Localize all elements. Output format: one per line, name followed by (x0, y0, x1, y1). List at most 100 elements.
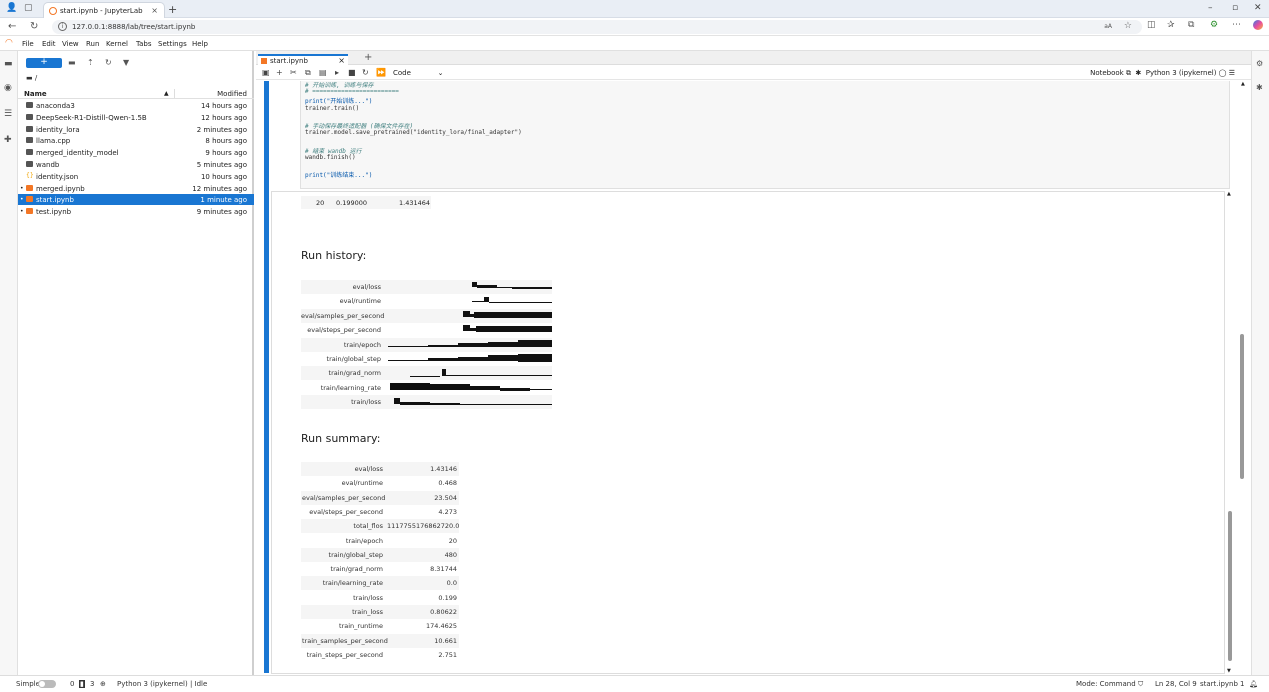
add-tab-icon[interactable]: + (364, 52, 372, 63)
debugger-icon[interactable]: ✱ (1256, 83, 1263, 92)
restore-icon[interactable]: ▫ (1232, 3, 1238, 13)
menu-run[interactable]: Run (86, 40, 99, 48)
output-scrollbar[interactable]: ▲ ▼ (1226, 191, 1234, 674)
split-icon[interactable]: ◫ (1147, 20, 1156, 30)
menu-kernel[interactable]: Kernel (106, 40, 128, 48)
editor-scrollbar[interactable]: ▲ (1240, 81, 1248, 187)
running-icon[interactable]: ◉ (4, 83, 12, 93)
upload-icon[interactable]: ⇡ (87, 58, 94, 67)
summary-value: 174.4625 (425, 622, 457, 631)
sparkline-bar (460, 404, 552, 405)
sparkline-bar (410, 376, 440, 377)
kernel-count-icon: ▮ (79, 680, 85, 688)
restart-icon[interactable]: ↻ (362, 68, 369, 77)
code-cell-editor[interactable]: # 开始训练, 训练与保存 # ======================== p… (300, 81, 1230, 189)
notebook-icon (26, 196, 33, 203)
close-tab-icon[interactable]: × (338, 56, 345, 65)
summary-key: total_flos (353, 522, 383, 531)
history-label: eval/runtime (339, 297, 381, 306)
notification-count[interactable]: 1 (1240, 680, 1244, 688)
extension-icon[interactable]: ✚ (4, 135, 12, 145)
file-name: identity.json (36, 172, 79, 181)
document-tab-bar (256, 51, 1251, 65)
collections-icon[interactable]: ⧉ (1188, 20, 1194, 30)
run-icon[interactable]: ▸ (335, 68, 339, 77)
file-modified: 9 hours ago (205, 149, 247, 158)
bell-icon[interactable]: 🔔︎ (1249, 680, 1258, 688)
toc-icon[interactable]: ☰ (4, 109, 12, 119)
paste-icon[interactable]: ▤ (319, 68, 327, 77)
sort-caret-icon[interactable]: ▲ (164, 90, 169, 97)
menu-settings[interactable]: Settings (158, 40, 187, 48)
kernel-indicator[interactable]: Notebook ⧉ ✱ Python 3 (ipykernel) ◯ ☰ (1090, 69, 1235, 78)
browser-tab[interactable]: start.ipynb - JupyterLab × (43, 2, 165, 18)
file-row[interactable]: anaconda3 14 hours ago (18, 100, 254, 111)
file-row[interactable]: identity_lora 2 minutes ago (18, 124, 254, 135)
favorites-icon[interactable]: ✰ (1167, 20, 1175, 30)
file-row[interactable]: merged_identity_model 9 hours ago (18, 147, 254, 158)
property-inspector-icon[interactable]: ⚙ (1256, 59, 1263, 68)
column-modified[interactable]: Modified (217, 90, 247, 98)
cursor-position[interactable]: Ln 28, Col 9 (1155, 680, 1197, 688)
menu-tabs[interactable]: Tabs (136, 40, 152, 48)
summary-value: 0.0 (446, 579, 457, 588)
file-row[interactable]: • merged.ipynb 12 minutes ago (18, 183, 254, 194)
profile-icon[interactable]: 👤 (6, 3, 17, 13)
extensions-icon[interactable]: ⚙ (1210, 20, 1218, 30)
breadcrumb[interactable]: ▬ / (26, 74, 37, 82)
notebook-tab[interactable]: start.ipynb × (258, 54, 348, 65)
jupyter-tab-icon (49, 7, 57, 15)
column-name[interactable]: Name (24, 90, 47, 98)
sparkline-bar (474, 312, 552, 318)
current-file: start.ipynb (1200, 680, 1238, 688)
kernel-status[interactable]: Python 3 (ipykernel) | Idle (117, 680, 207, 688)
url-field[interactable]: i 127.0.0.1:8888/lab/tree/start.ipynb aA… (52, 20, 1142, 34)
more-icon[interactable]: ⋯ (1232, 20, 1241, 30)
cut-icon[interactable]: ✂ (290, 68, 297, 77)
file-row[interactable]: DeepSeek-R1-Distill-Qwen-1.5B 12 hours ag… (18, 112, 254, 123)
file-row[interactable]: {} identity.json 10 hours ago (18, 171, 254, 182)
star-icon[interactable]: ☆ (1124, 21, 1132, 31)
cell-type-select[interactable]: Code ⌄ (393, 69, 444, 77)
reader-icon[interactable]: aA (1104, 23, 1112, 30)
file-row[interactable]: • test.ipynb 9 minutes ago (18, 206, 254, 217)
menu-file[interactable]: File (22, 40, 34, 48)
mode-indicator[interactable]: Mode: Command (1076, 680, 1136, 688)
kernel-count[interactable]: 3 (90, 680, 94, 688)
tab-actions-icon[interactable]: ▢ (24, 3, 33, 13)
stop-icon[interactable]: ■ (348, 68, 356, 77)
summary-value: 1117755176862720.0 (387, 522, 460, 531)
close-tab-icon[interactable]: × (151, 6, 158, 15)
insert-cell-icon[interactable]: + (276, 68, 283, 77)
simple-mode-toggle[interactable] (38, 680, 56, 688)
file-row[interactable]: • start.ipynb 1 minute ago (18, 194, 254, 206)
menu-edit[interactable]: Edit (42, 40, 56, 48)
main-scroll-thumb[interactable] (1240, 334, 1244, 479)
close-window-icon[interactable]: ✕ (1254, 3, 1262, 13)
summary-key: eval/loss (354, 465, 383, 473)
sparkline-bar (497, 287, 512, 288)
file-row[interactable]: llama.cpp 8 hours ago (18, 135, 254, 146)
info-icon[interactable]: i (58, 22, 67, 31)
refresh-icon[interactable]: ↻ (105, 58, 112, 67)
new-launcher-button[interactable]: + (26, 58, 62, 68)
terminal-count[interactable]: 0 (70, 680, 74, 688)
code-line: wandb.finish() (305, 153, 356, 161)
back-icon[interactable]: ← (8, 21, 16, 32)
code-line: print("训练结束...") (305, 172, 373, 180)
copy-icon[interactable]: ⧉ (305, 68, 311, 78)
save-icon[interactable]: ▣ (262, 68, 270, 77)
menu-view[interactable]: View (62, 40, 79, 48)
reload-icon[interactable]: ↻ (30, 21, 38, 32)
minimize-icon[interactable]: – (1208, 3, 1213, 13)
copilot-icon[interactable] (1253, 20, 1263, 30)
sparkline-bar (400, 402, 430, 405)
new-tab-icon[interactable]: + (168, 3, 177, 16)
folder-icon[interactable]: ▬ (4, 59, 13, 69)
filter-icon[interactable]: ▼ (123, 58, 129, 67)
run-all-icon[interactable]: ⏩ (376, 68, 386, 77)
menu-help[interactable]: Help (192, 40, 208, 48)
sparkline-bar (430, 403, 460, 405)
new-folder-icon[interactable]: ▬ (68, 58, 76, 67)
file-row[interactable]: wandb 5 minutes ago (18, 159, 254, 170)
